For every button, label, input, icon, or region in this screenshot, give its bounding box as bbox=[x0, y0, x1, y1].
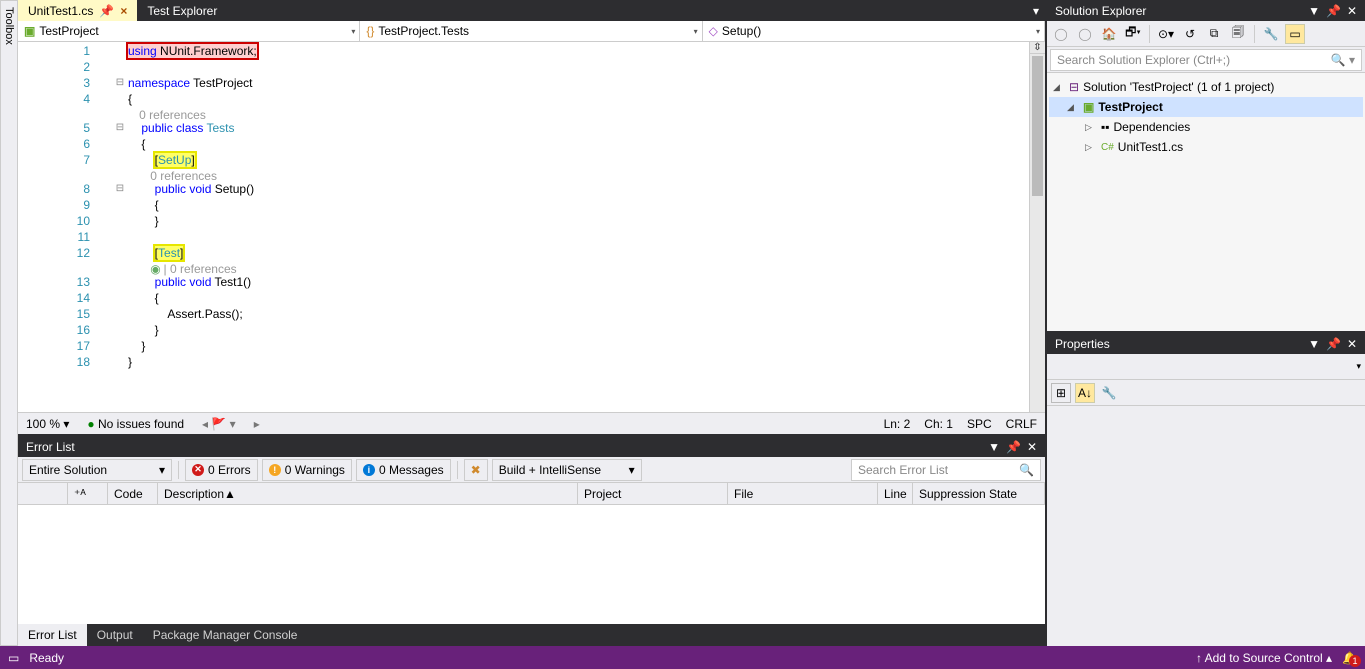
tree-file[interactable]: ▷ C# UnitTest1.cs bbox=[1049, 137, 1363, 157]
issues-status[interactable]: ● No issues found bbox=[87, 417, 184, 431]
sync-icon[interactable]: 🗗▾ bbox=[1123, 24, 1143, 44]
refresh-icon[interactable]: ↺ bbox=[1180, 24, 1200, 44]
tab-test-explorer[interactable]: Test Explorer bbox=[137, 0, 227, 21]
line-ending: CRLF bbox=[1006, 417, 1037, 431]
home-icon[interactable]: 🏠 bbox=[1099, 24, 1119, 44]
forward-icon[interactable]: ◯ bbox=[1075, 24, 1095, 44]
breadcrumb-project[interactable]: ▣ TestProject bbox=[18, 21, 360, 41]
close-icon[interactable]: × bbox=[120, 4, 127, 18]
errors-filter[interactable]: ✕0 Errors bbox=[185, 459, 258, 481]
error-table-header: ⁺ᴬ Code Description ▲ Project File Line … bbox=[18, 483, 1045, 505]
tab-package-manager[interactable]: Package Manager Console bbox=[143, 624, 308, 646]
properties-icon[interactable]: 🔧 bbox=[1261, 24, 1281, 44]
status-ready: Ready bbox=[29, 651, 64, 665]
scope-dropdown[interactable]: Entire Solution▾ bbox=[22, 459, 172, 481]
messages-filter[interactable]: i0 Messages bbox=[356, 459, 451, 481]
editor-scrollbar[interactable]: ⇳ bbox=[1029, 42, 1045, 412]
tree-solution[interactable]: ◢ ⊟ Solution 'TestProject' (1 of 1 proje… bbox=[1049, 77, 1363, 97]
chevron-down-icon[interactable]: ▾ bbox=[1356, 361, 1361, 372]
close-icon[interactable]: ✕ bbox=[1027, 440, 1037, 454]
indent-mode: SPC bbox=[967, 417, 992, 431]
chevron-down-icon[interactable]: ▼ bbox=[988, 440, 1000, 454]
warnings-filter[interactable]: !0 Warnings bbox=[262, 459, 352, 481]
source-dropdown[interactable]: Build + IntelliSense▾ bbox=[492, 459, 642, 481]
notifications-button[interactable]: 🔔 1 bbox=[1342, 651, 1357, 665]
collapse-icon[interactable]: ⧉ bbox=[1204, 24, 1224, 44]
clear-button[interactable]: ✖ bbox=[464, 459, 488, 481]
scope-icon[interactable]: ⊙▾ bbox=[1156, 24, 1176, 44]
solution-explorer-title: Solution Explorer bbox=[1055, 4, 1146, 18]
close-icon[interactable]: ✕ bbox=[1347, 4, 1357, 18]
search-icon: 🔍 bbox=[1019, 463, 1034, 477]
properties-title: Properties bbox=[1055, 337, 1110, 351]
sort-icon[interactable]: A↓ bbox=[1075, 383, 1095, 403]
tab-error-list[interactable]: Error List bbox=[18, 624, 87, 646]
tab-unittest[interactable]: UnitTest1.cs 📌 × bbox=[18, 0, 137, 21]
pin-icon[interactable]: 📌 bbox=[1326, 337, 1341, 351]
tab-output[interactable]: Output bbox=[87, 624, 143, 646]
source-control-button[interactable]: ↑ Add to Source Control ▴ bbox=[1196, 651, 1332, 665]
code-editor[interactable]: 1 2 3 4 5 6 7 8 9 10 11 12 13 14 bbox=[18, 42, 1045, 412]
breadcrumb-member[interactable]: ◇ Setup() bbox=[703, 21, 1045, 41]
solution-icon: ⊟ bbox=[1069, 80, 1079, 94]
chevron-down-icon[interactable]: ▾ bbox=[1027, 4, 1045, 18]
csharp-project-icon: ▣ bbox=[1083, 100, 1094, 114]
error-list-title: Error List bbox=[26, 440, 75, 454]
back-icon[interactable]: ◯ bbox=[1051, 24, 1071, 44]
properties-grid bbox=[1047, 406, 1365, 646]
sort-column[interactable]: Description ▲ bbox=[158, 483, 578, 504]
line-number-gutter: 1 2 3 4 5 6 7 8 9 10 11 12 13 14 bbox=[18, 42, 108, 412]
dependencies-icon: ▪▪ bbox=[1101, 120, 1110, 134]
tab-label: UnitTest1.cs bbox=[28, 4, 93, 18]
status-icon: ▭ bbox=[8, 651, 19, 665]
nav-next-icon[interactable]: ▸ bbox=[254, 417, 260, 431]
breadcrumb-namespace[interactable]: {} TestProject.Tests bbox=[360, 21, 702, 41]
chevron-down-icon[interactable]: ▼ bbox=[1308, 337, 1320, 351]
show-all-icon[interactable]: 🗐 bbox=[1228, 24, 1248, 44]
nav-icon[interactable]: ◂ 🚩 ▾ bbox=[202, 417, 236, 431]
pin-icon[interactable]: 📌 bbox=[1006, 440, 1021, 454]
cursor-col: Ch: 1 bbox=[924, 417, 953, 431]
pin-icon[interactable]: 📌 bbox=[1326, 4, 1341, 18]
wrench-icon[interactable]: 🔧 bbox=[1099, 383, 1119, 403]
categorize-icon[interactable]: ⊞ bbox=[1051, 383, 1071, 403]
csharp-file-icon: C# bbox=[1101, 142, 1114, 153]
chevron-down-icon[interactable]: ▼ bbox=[1308, 4, 1320, 18]
toolbox-tab[interactable]: Toolbox bbox=[0, 0, 18, 646]
tree-project[interactable]: ◢ ▣ TestProject bbox=[1049, 97, 1363, 117]
solution-search-input[interactable]: Search Solution Explorer (Ctrl+;) 🔍 ▾ bbox=[1050, 49, 1362, 71]
namespace-icon: {} bbox=[366, 24, 374, 38]
dirty-pin-icon[interactable]: 📌 bbox=[99, 4, 114, 18]
preview-icon[interactable]: ▭ bbox=[1285, 24, 1305, 44]
tree-dependencies[interactable]: ▷ ▪▪ Dependencies bbox=[1049, 117, 1363, 137]
close-icon[interactable]: ✕ bbox=[1347, 337, 1357, 351]
tab-label: Test Explorer bbox=[147, 4, 217, 18]
cursor-line: Ln: 2 bbox=[884, 417, 911, 431]
search-icon: 🔍 ▾ bbox=[1331, 53, 1355, 67]
error-search-input[interactable]: Search Error List🔍 bbox=[851, 459, 1041, 481]
error-table-body bbox=[18, 505, 1045, 624]
method-icon: ◇ bbox=[709, 24, 718, 38]
csharp-project-icon: ▣ bbox=[24, 24, 35, 38]
zoom-dropdown[interactable]: 100 % ▾ bbox=[26, 417, 69, 431]
